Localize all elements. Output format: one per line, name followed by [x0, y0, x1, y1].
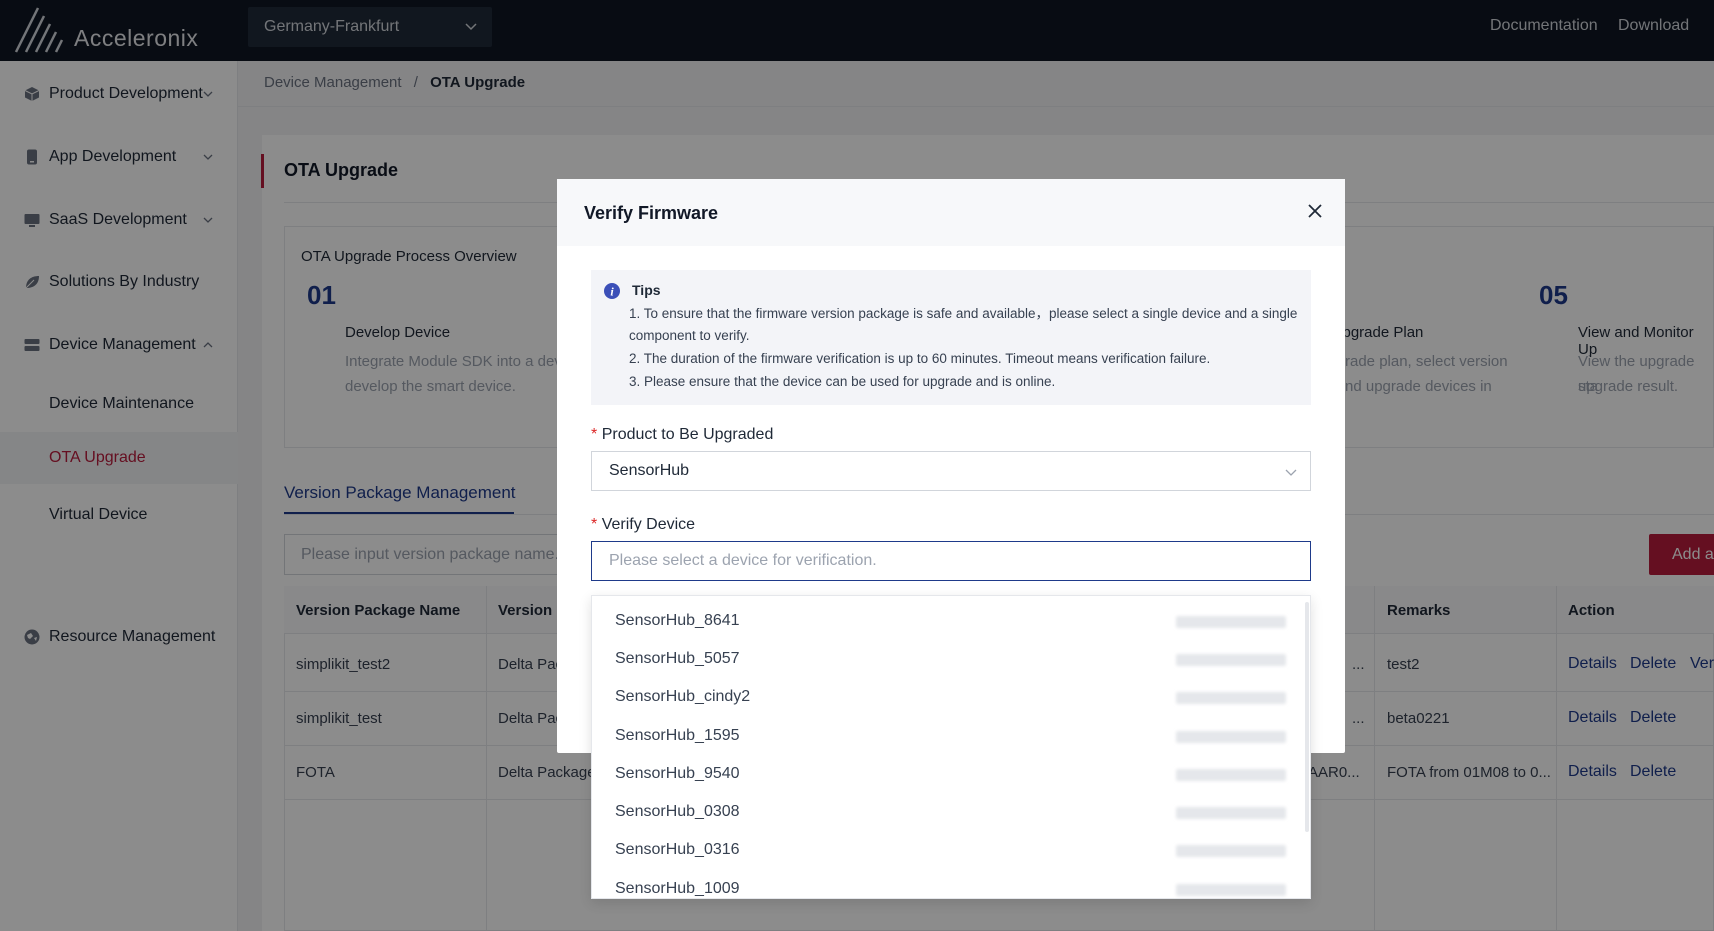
dropdown-scrollbar[interactable]	[1305, 602, 1309, 832]
chevron-down-icon	[1285, 469, 1297, 476]
device-label-text: Verify Device	[601, 516, 696, 533]
device-select[interactable]: Please select a device for verification.	[591, 541, 1311, 581]
redacted-value	[1176, 769, 1286, 781]
dropdown-option[interactable]: SensorHub_8641	[615, 612, 740, 630]
tip-line: 3. Please ensure that the device can be …	[629, 374, 1056, 389]
redacted-value	[1176, 884, 1286, 896]
dropdown-option[interactable]: SensorHub_0316	[615, 841, 740, 859]
dropdown-option[interactable]: SensorHub_9540	[615, 765, 740, 783]
product-select[interactable]: SensorHub	[591, 451, 1311, 491]
tips-box: i Tips 1. To ensure that the firmware ve…	[591, 270, 1311, 405]
dropdown-option[interactable]: SensorHub_1595	[615, 727, 740, 745]
dropdown-option[interactable]: SensorHub_5057	[615, 650, 740, 668]
info-icon: i	[604, 283, 620, 299]
dropdown-option[interactable]: SensorHub_cindy2	[615, 688, 750, 706]
close-icon[interactable]	[1305, 201, 1325, 221]
required-mark: *	[591, 426, 598, 443]
tip-line: 2. The duration of the firmware verifica…	[629, 351, 1211, 366]
dropdown-option[interactable]: SensorHub_1009	[615, 880, 740, 898]
device-dropdown: SensorHub_8641 SensorHub_5057 SensorHub_…	[591, 595, 1311, 899]
product-label-text: Product to Be Upgraded	[601, 426, 774, 443]
redacted-value	[1176, 654, 1286, 666]
required-mark: *	[591, 516, 598, 533]
tip-line: component to verify.	[629, 328, 750, 343]
device-field-label: * Verify Device	[591, 516, 695, 534]
dropdown-option[interactable]: SensorHub_0308	[615, 803, 740, 821]
dialog-header: Verify Firmware	[557, 179, 1345, 246]
redacted-value	[1176, 692, 1286, 704]
tip-line: 1. To ensure that the firmware version p…	[629, 306, 1298, 321]
product-select-value: SensorHub	[609, 462, 690, 479]
redacted-value	[1176, 616, 1286, 628]
redacted-value	[1176, 845, 1286, 857]
redacted-value	[1176, 807, 1286, 819]
tips-title: Tips	[632, 282, 661, 298]
redacted-value	[1176, 731, 1286, 743]
dialog-title: Verify Firmware	[584, 203, 719, 223]
product-field-label: * Product to Be Upgraded	[591, 426, 773, 444]
device-select-placeholder: Please select a device for verification.	[609, 552, 877, 569]
